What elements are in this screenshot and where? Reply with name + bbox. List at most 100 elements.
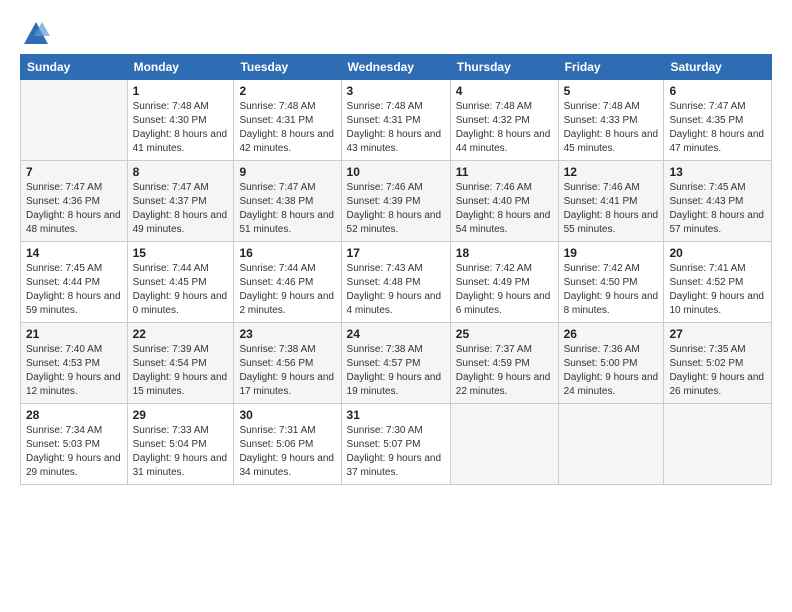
day-number: 11 bbox=[456, 165, 553, 179]
calendar-cell bbox=[21, 80, 128, 161]
day-info: Sunrise: 7:40 AMSunset: 4:53 PMDaylight:… bbox=[26, 344, 121, 397]
day-number: 10 bbox=[347, 165, 445, 179]
calendar-cell: 10 Sunrise: 7:46 AMSunset: 4:39 PMDaylig… bbox=[341, 161, 450, 242]
day-info: Sunrise: 7:36 AMSunset: 5:00 PMDaylight:… bbox=[564, 344, 659, 397]
calendar-cell: 7 Sunrise: 7:47 AMSunset: 4:36 PMDayligh… bbox=[21, 161, 128, 242]
calendar-cell: 6 Sunrise: 7:47 AMSunset: 4:35 PMDayligh… bbox=[664, 80, 772, 161]
calendar-cell: 11 Sunrise: 7:46 AMSunset: 4:40 PMDaylig… bbox=[450, 161, 558, 242]
day-number: 25 bbox=[456, 327, 553, 341]
weekday-header: Thursday bbox=[450, 55, 558, 80]
day-number: 14 bbox=[26, 246, 122, 260]
calendar-cell: 12 Sunrise: 7:46 AMSunset: 4:41 PMDaylig… bbox=[558, 161, 664, 242]
day-info: Sunrise: 7:42 AMSunset: 4:49 PMDaylight:… bbox=[456, 263, 551, 316]
calendar-week-row: 1 Sunrise: 7:48 AMSunset: 4:30 PMDayligh… bbox=[21, 80, 772, 161]
calendar-week-row: 14 Sunrise: 7:45 AMSunset: 4:44 PMDaylig… bbox=[21, 242, 772, 323]
calendar-cell: 15 Sunrise: 7:44 AMSunset: 4:45 PMDaylig… bbox=[127, 242, 234, 323]
day-info: Sunrise: 7:46 AMSunset: 4:41 PMDaylight:… bbox=[564, 182, 659, 235]
calendar-cell: 2 Sunrise: 7:48 AMSunset: 4:31 PMDayligh… bbox=[234, 80, 341, 161]
calendar-cell: 24 Sunrise: 7:38 AMSunset: 4:57 PMDaylig… bbox=[341, 323, 450, 404]
day-info: Sunrise: 7:45 AMSunset: 4:43 PMDaylight:… bbox=[669, 182, 764, 235]
day-number: 6 bbox=[669, 84, 766, 98]
day-number: 24 bbox=[347, 327, 445, 341]
calendar-cell bbox=[450, 404, 558, 485]
calendar-cell: 13 Sunrise: 7:45 AMSunset: 4:43 PMDaylig… bbox=[664, 161, 772, 242]
calendar-header-row: SundayMondayTuesdayWednesdayThursdayFrid… bbox=[21, 55, 772, 80]
day-number: 23 bbox=[239, 327, 335, 341]
calendar-week-row: 28 Sunrise: 7:34 AMSunset: 5:03 PMDaylig… bbox=[21, 404, 772, 485]
calendar-cell: 1 Sunrise: 7:48 AMSunset: 4:30 PMDayligh… bbox=[127, 80, 234, 161]
calendar-cell: 14 Sunrise: 7:45 AMSunset: 4:44 PMDaylig… bbox=[21, 242, 128, 323]
day-info: Sunrise: 7:47 AMSunset: 4:36 PMDaylight:… bbox=[26, 182, 121, 235]
weekday-header: Monday bbox=[127, 55, 234, 80]
day-info: Sunrise: 7:30 AMSunset: 5:07 PMDaylight:… bbox=[347, 425, 442, 478]
day-number: 29 bbox=[133, 408, 229, 422]
day-number: 28 bbox=[26, 408, 122, 422]
calendar-cell: 31 Sunrise: 7:30 AMSunset: 5:07 PMDaylig… bbox=[341, 404, 450, 485]
calendar-cell: 20 Sunrise: 7:41 AMSunset: 4:52 PMDaylig… bbox=[664, 242, 772, 323]
calendar-week-row: 21 Sunrise: 7:40 AMSunset: 4:53 PMDaylig… bbox=[21, 323, 772, 404]
calendar-cell: 5 Sunrise: 7:48 AMSunset: 4:33 PMDayligh… bbox=[558, 80, 664, 161]
weekday-header: Tuesday bbox=[234, 55, 341, 80]
day-number: 19 bbox=[564, 246, 659, 260]
calendar-cell: 22 Sunrise: 7:39 AMSunset: 4:54 PMDaylig… bbox=[127, 323, 234, 404]
calendar: SundayMondayTuesdayWednesdayThursdayFrid… bbox=[20, 54, 772, 485]
calendar-cell: 8 Sunrise: 7:47 AMSunset: 4:37 PMDayligh… bbox=[127, 161, 234, 242]
calendar-cell: 28 Sunrise: 7:34 AMSunset: 5:03 PMDaylig… bbox=[21, 404, 128, 485]
day-info: Sunrise: 7:41 AMSunset: 4:52 PMDaylight:… bbox=[669, 263, 764, 316]
calendar-cell: 19 Sunrise: 7:42 AMSunset: 4:50 PMDaylig… bbox=[558, 242, 664, 323]
day-number: 27 bbox=[669, 327, 766, 341]
day-number: 1 bbox=[133, 84, 229, 98]
weekday-header: Wednesday bbox=[341, 55, 450, 80]
day-info: Sunrise: 7:39 AMSunset: 4:54 PMDaylight:… bbox=[133, 344, 228, 397]
calendar-cell: 30 Sunrise: 7:31 AMSunset: 5:06 PMDaylig… bbox=[234, 404, 341, 485]
calendar-cell: 17 Sunrise: 7:43 AMSunset: 4:48 PMDaylig… bbox=[341, 242, 450, 323]
day-info: Sunrise: 7:47 AMSunset: 4:37 PMDaylight:… bbox=[133, 182, 228, 235]
calendar-cell bbox=[664, 404, 772, 485]
day-info: Sunrise: 7:46 AMSunset: 4:40 PMDaylight:… bbox=[456, 182, 551, 235]
calendar-cell: 29 Sunrise: 7:33 AMSunset: 5:04 PMDaylig… bbox=[127, 404, 234, 485]
day-info: Sunrise: 7:44 AMSunset: 4:45 PMDaylight:… bbox=[133, 263, 228, 316]
calendar-week-row: 7 Sunrise: 7:47 AMSunset: 4:36 PMDayligh… bbox=[21, 161, 772, 242]
day-number: 5 bbox=[564, 84, 659, 98]
day-number: 15 bbox=[133, 246, 229, 260]
day-info: Sunrise: 7:34 AMSunset: 5:03 PMDaylight:… bbox=[26, 425, 121, 478]
day-number: 17 bbox=[347, 246, 445, 260]
weekday-header: Saturday bbox=[664, 55, 772, 80]
day-number: 22 bbox=[133, 327, 229, 341]
day-info: Sunrise: 7:33 AMSunset: 5:04 PMDaylight:… bbox=[133, 425, 228, 478]
day-info: Sunrise: 7:47 AMSunset: 4:35 PMDaylight:… bbox=[669, 101, 764, 154]
day-info: Sunrise: 7:47 AMSunset: 4:38 PMDaylight:… bbox=[239, 182, 334, 235]
calendar-cell: 16 Sunrise: 7:44 AMSunset: 4:46 PMDaylig… bbox=[234, 242, 341, 323]
calendar-cell: 26 Sunrise: 7:36 AMSunset: 5:00 PMDaylig… bbox=[558, 323, 664, 404]
day-number: 2 bbox=[239, 84, 335, 98]
day-number: 20 bbox=[669, 246, 766, 260]
calendar-cell: 9 Sunrise: 7:47 AMSunset: 4:38 PMDayligh… bbox=[234, 161, 341, 242]
calendar-cell bbox=[558, 404, 664, 485]
header bbox=[20, 20, 772, 44]
day-info: Sunrise: 7:48 AMSunset: 4:32 PMDaylight:… bbox=[456, 101, 551, 154]
calendar-cell: 25 Sunrise: 7:37 AMSunset: 4:59 PMDaylig… bbox=[450, 323, 558, 404]
day-number: 9 bbox=[239, 165, 335, 179]
day-number: 21 bbox=[26, 327, 122, 341]
day-number: 8 bbox=[133, 165, 229, 179]
day-number: 3 bbox=[347, 84, 445, 98]
calendar-cell: 21 Sunrise: 7:40 AMSunset: 4:53 PMDaylig… bbox=[21, 323, 128, 404]
day-number: 12 bbox=[564, 165, 659, 179]
day-info: Sunrise: 7:37 AMSunset: 4:59 PMDaylight:… bbox=[456, 344, 551, 397]
day-info: Sunrise: 7:48 AMSunset: 4:31 PMDaylight:… bbox=[239, 101, 334, 154]
day-info: Sunrise: 7:38 AMSunset: 4:57 PMDaylight:… bbox=[347, 344, 442, 397]
day-info: Sunrise: 7:31 AMSunset: 5:06 PMDaylight:… bbox=[239, 425, 334, 478]
day-info: Sunrise: 7:48 AMSunset: 4:33 PMDaylight:… bbox=[564, 101, 659, 154]
day-info: Sunrise: 7:38 AMSunset: 4:56 PMDaylight:… bbox=[239, 344, 334, 397]
calendar-cell: 4 Sunrise: 7:48 AMSunset: 4:32 PMDayligh… bbox=[450, 80, 558, 161]
day-info: Sunrise: 7:45 AMSunset: 4:44 PMDaylight:… bbox=[26, 263, 121, 316]
day-number: 4 bbox=[456, 84, 553, 98]
day-number: 13 bbox=[669, 165, 766, 179]
weekday-header: Sunday bbox=[21, 55, 128, 80]
day-info: Sunrise: 7:48 AMSunset: 4:31 PMDaylight:… bbox=[347, 101, 442, 154]
calendar-cell: 3 Sunrise: 7:48 AMSunset: 4:31 PMDayligh… bbox=[341, 80, 450, 161]
day-info: Sunrise: 7:46 AMSunset: 4:39 PMDaylight:… bbox=[347, 182, 442, 235]
logo bbox=[20, 20, 50, 44]
day-number: 31 bbox=[347, 408, 445, 422]
logo-icon bbox=[22, 20, 50, 48]
